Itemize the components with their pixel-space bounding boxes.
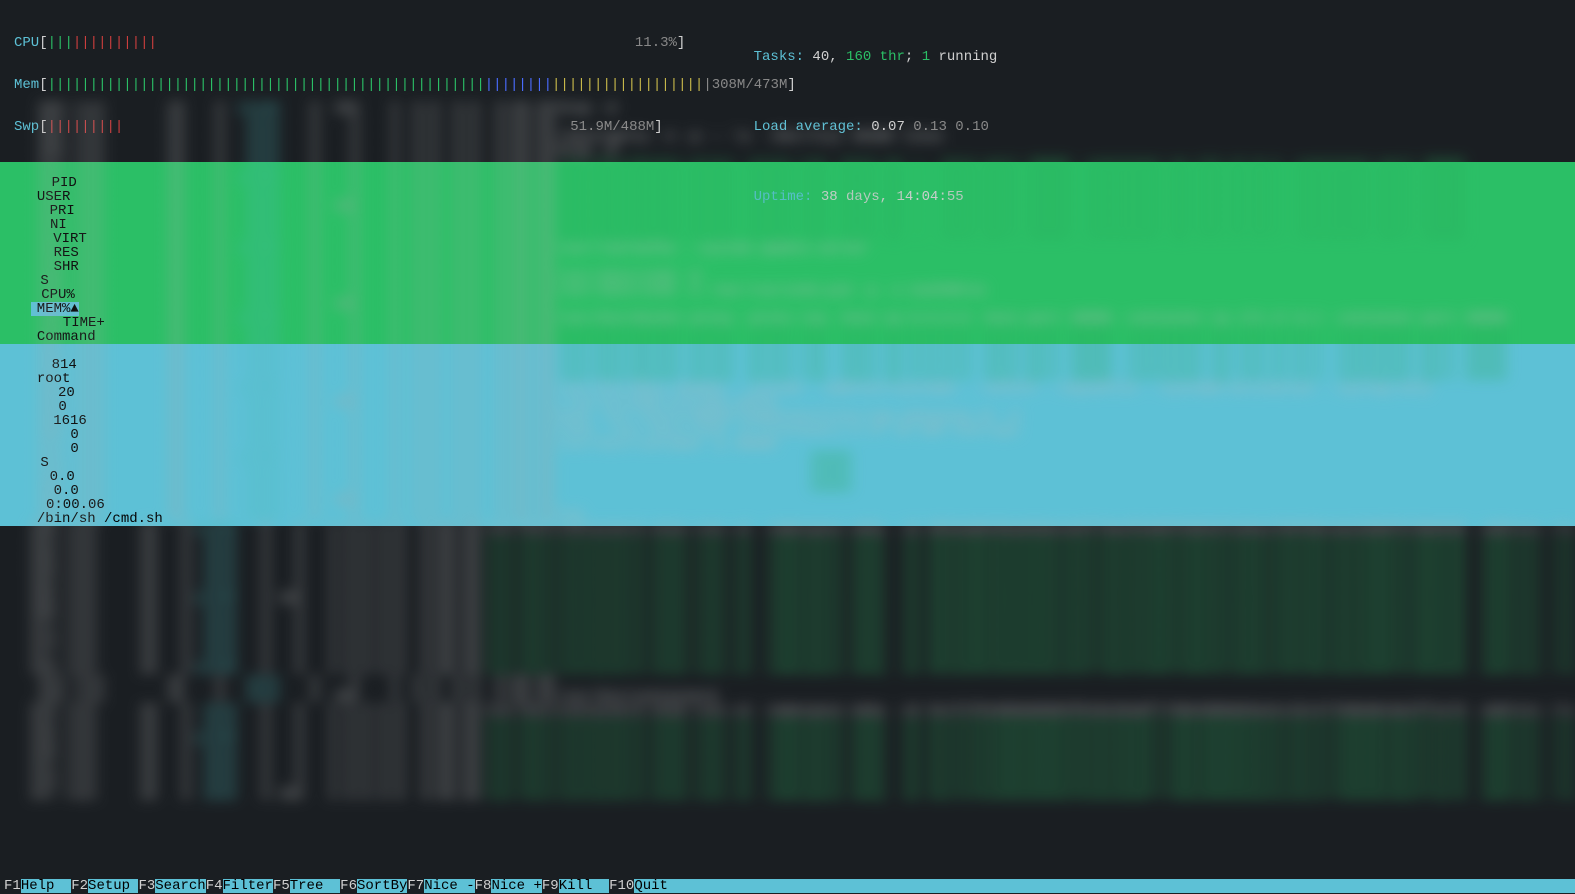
fkey-label-nice-+[interactable]: Nice + <box>491 879 541 893</box>
tasks-line: Tasks: 40, 160 thr; 1 running <box>720 36 997 78</box>
footer-filler <box>685 879 1575 893</box>
fkey-f5: F5 <box>273 879 290 893</box>
fkey-f8: F8 <box>475 879 492 893</box>
fkey-f1: F1 <box>4 879 21 893</box>
mem-label: Mem <box>14 78 39 92</box>
process-list-blurred: 800 root20 012440 0 300 S 0.0 0.0 0:00.0… <box>0 102 1575 875</box>
fkey-label-kill[interactable]: Kill <box>559 879 609 893</box>
function-key-bar: F1Help F2Setup F3SearchF4FilterF5Tree F6… <box>0 879 1575 893</box>
tasks-count: 40 <box>812 49 829 65</box>
fkey-f9: F9 <box>542 879 559 893</box>
fkey-f6: F6 <box>340 879 357 893</box>
thread-count: 160 <box>846 49 871 65</box>
fkey-label-nice--[interactable]: Nice - <box>424 879 474 893</box>
fkey-label-filter[interactable]: Filter <box>223 879 273 893</box>
fkey-label-sortby[interactable]: SortBy <box>357 879 407 893</box>
fkey-f2: F2 <box>71 879 88 893</box>
fkey-label-help[interactable]: Help <box>21 879 71 893</box>
fkey-f4: F4 <box>206 879 223 893</box>
fkey-f10: F10 <box>609 879 634 893</box>
fkey-f3: F3 <box>138 879 155 893</box>
cpu-label: CPU <box>14 36 39 50</box>
fkey-label-quit[interactable]: Quit <box>634 879 684 893</box>
fkey-label-search[interactable]: Search <box>155 879 205 893</box>
fkey-label-setup[interactable]: Setup <box>88 879 138 893</box>
fkey-label-tree[interactable]: Tree <box>290 879 340 893</box>
fkey-f7: F7 <box>407 879 424 893</box>
cpu-percent: 11.3% <box>635 35 677 51</box>
running-count: 1 <box>922 49 930 65</box>
